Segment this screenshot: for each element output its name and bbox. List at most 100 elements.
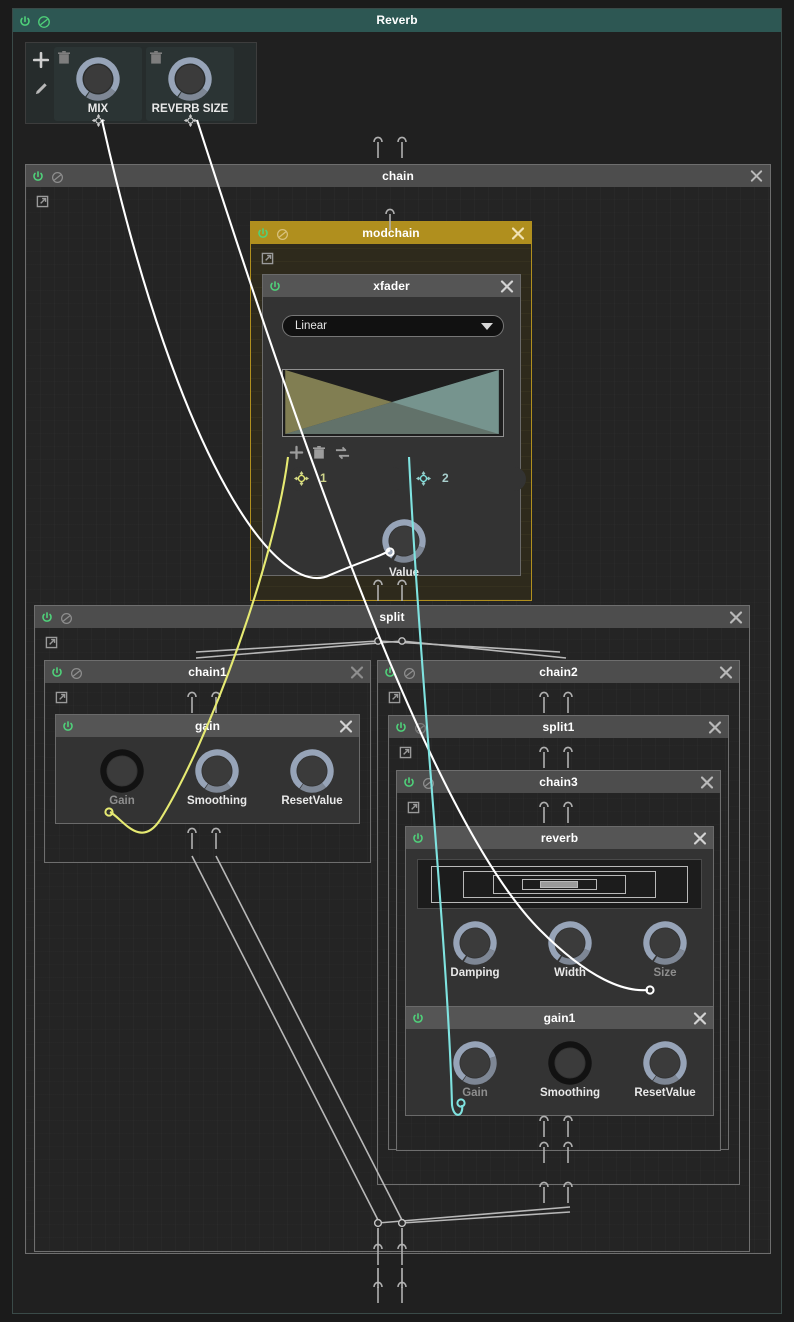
- add-modulation-icon[interactable]: [289, 445, 305, 461]
- mod-target-icon[interactable]: [415, 470, 433, 488]
- knob-gain-gain[interactable]: [100, 749, 144, 793]
- reverb-vis-ring-5: [540, 881, 578, 888]
- mod-target-icon[interactable]: [293, 470, 311, 488]
- knob-label-reverb-size: Size: [653, 967, 677, 979]
- xfader-mode-select[interactable]: Linear: [282, 315, 504, 337]
- power-icon[interactable]: [383, 665, 397, 679]
- popout-icon[interactable]: [399, 746, 412, 759]
- close-icon[interactable]: [338, 719, 353, 734]
- node-xfader-body: Linear 1 2 Value: [263, 297, 526, 579]
- mod-source-mix[interactable]: [91, 113, 109, 131]
- node-gain-label: gain: [194, 719, 221, 733]
- delete-modulation-icon[interactable]: [313, 446, 326, 460]
- node-gain-body: Gain Smoothing ResetValue: [56, 737, 359, 823]
- power-icon[interactable]: [61, 719, 75, 733]
- mod-source-reverb-size[interactable]: [183, 113, 201, 131]
- knob-gain1-gain[interactable]: [453, 1041, 497, 1085]
- node-split-header[interactable]: split: [35, 606, 749, 628]
- power-icon[interactable]: [394, 720, 408, 734]
- bypass-icon[interactable]: [413, 720, 427, 734]
- plugin-titlebar[interactable]: Reverb: [13, 9, 781, 32]
- close-icon[interactable]: [749, 169, 764, 184]
- node-reverb-header[interactable]: reverb: [406, 827, 713, 849]
- plus-icon[interactable]: [32, 51, 50, 69]
- close-icon[interactable]: [692, 1011, 707, 1026]
- knob-mix[interactable]: [76, 57, 120, 101]
- node-gain1[interactable]: gain1 Gain Smoothing ResetValue: [405, 1006, 714, 1116]
- node-gain1-body: Gain Smoothing ResetValue: [406, 1029, 713, 1115]
- bypass-icon[interactable]: [275, 226, 289, 240]
- node-gain[interactable]: gain Gain Smoothing ResetValue: [55, 714, 360, 824]
- pencil-icon[interactable]: [33, 80, 51, 98]
- power-icon[interactable]: [50, 665, 64, 679]
- popout-icon[interactable]: [45, 636, 58, 649]
- node-chain2-header[interactable]: chain2: [378, 661, 739, 683]
- node-reverb-body: Damping Width Size: [406, 849, 713, 1009]
- power-icon[interactable]: [411, 1011, 425, 1025]
- knob-gain-resetvalue[interactable]: [290, 749, 334, 793]
- chevron-down-icon[interactable]: [481, 323, 493, 330]
- parameter-slot-reverb-size[interactable]: REVERB SIZE: [146, 47, 234, 128]
- close-icon[interactable]: [692, 831, 707, 846]
- trash-icon[interactable]: [58, 51, 70, 65]
- close-icon[interactable]: [728, 610, 743, 625]
- node-xfader-label: xfader: [373, 279, 410, 293]
- bypass-icon[interactable]: [50, 169, 64, 183]
- bypass-icon[interactable]: [402, 665, 416, 679]
- node-split1-header[interactable]: split1: [389, 716, 728, 738]
- swap-modulation-icon[interactable]: [335, 446, 350, 460]
- node-chain1-header[interactable]: chain1: [45, 661, 370, 683]
- node-gain1-header[interactable]: gain1: [406, 1007, 713, 1029]
- plugin-editor-root: Reverb MIX REVERB SIZE chain modchain xf…: [0, 0, 794, 1322]
- popout-icon[interactable]: [388, 691, 401, 704]
- power-icon[interactable]: [411, 831, 425, 845]
- node-chain3-header[interactable]: chain3: [397, 771, 720, 793]
- bypass-icon[interactable]: [37, 14, 51, 28]
- close-icon[interactable]: [349, 665, 364, 680]
- close-icon[interactable]: [499, 279, 514, 294]
- popout-icon[interactable]: [55, 691, 68, 704]
- power-icon[interactable]: [402, 775, 416, 789]
- bypass-icon[interactable]: [69, 665, 83, 679]
- xfader-mod-slot-1-label: 1: [320, 471, 327, 485]
- node-xfader-header[interactable]: xfader: [263, 275, 520, 297]
- knob-reverb-size[interactable]: [168, 57, 212, 101]
- knob-reverb-width[interactable]: [548, 921, 592, 965]
- close-icon[interactable]: [718, 665, 733, 680]
- xfader-mod-slot-2[interactable]: 2: [411, 467, 526, 491]
- knob-gain-smoothing[interactable]: [195, 749, 239, 793]
- xfader-mod-slot-2-label: 2: [442, 471, 449, 485]
- knob-xfader-value[interactable]: [382, 519, 426, 563]
- knob-reverb-size[interactable]: [643, 921, 687, 965]
- popout-icon[interactable]: [36, 195, 49, 208]
- bypass-icon[interactable]: [421, 775, 435, 789]
- node-modchain-header[interactable]: modchain: [251, 222, 531, 244]
- power-icon[interactable]: [31, 169, 45, 183]
- node-modchain-label: modchain: [362, 226, 420, 240]
- parameter-slot-mix[interactable]: MIX: [54, 47, 142, 128]
- popout-icon[interactable]: [407, 801, 420, 814]
- power-icon[interactable]: [18, 14, 32, 28]
- node-chain-header[interactable]: chain: [26, 165, 770, 187]
- node-gain1-label: gain1: [543, 1011, 576, 1025]
- power-icon[interactable]: [40, 610, 54, 624]
- popout-icon[interactable]: [261, 252, 274, 265]
- node-reverb[interactable]: reverb Damping Width Size: [405, 826, 714, 1010]
- node-gain-header[interactable]: gain: [56, 715, 359, 737]
- node-reverb-label: reverb: [540, 831, 579, 845]
- knob-reverb-damping[interactable]: [453, 921, 497, 965]
- close-icon[interactable]: [699, 775, 714, 790]
- node-xfader[interactable]: xfader Linear 1 2 Value: [262, 274, 526, 579]
- close-icon[interactable]: [707, 720, 722, 735]
- power-icon[interactable]: [256, 226, 270, 240]
- bypass-icon[interactable]: [59, 610, 73, 624]
- knob-label-xfader-value: Value: [388, 567, 420, 579]
- xfader-curve-display[interactable]: [282, 369, 504, 437]
- power-icon[interactable]: [268, 279, 282, 293]
- knob-gain1-smoothing[interactable]: [548, 1041, 592, 1085]
- xfader-mod-slot-1[interactable]: 1: [289, 467, 404, 491]
- node-chain2-label: chain2: [539, 665, 578, 679]
- knob-gain1-resetvalue[interactable]: [643, 1041, 687, 1085]
- trash-icon[interactable]: [150, 51, 162, 65]
- close-icon[interactable]: [510, 226, 525, 241]
